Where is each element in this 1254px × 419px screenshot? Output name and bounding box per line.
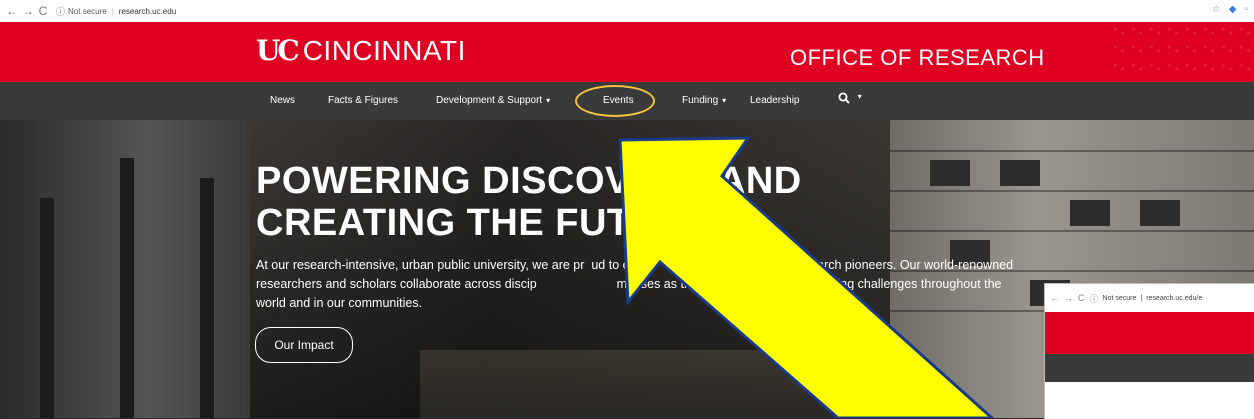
yellow-arrow-annotation (618, 136, 995, 418)
arrow-icon (618, 136, 995, 418)
